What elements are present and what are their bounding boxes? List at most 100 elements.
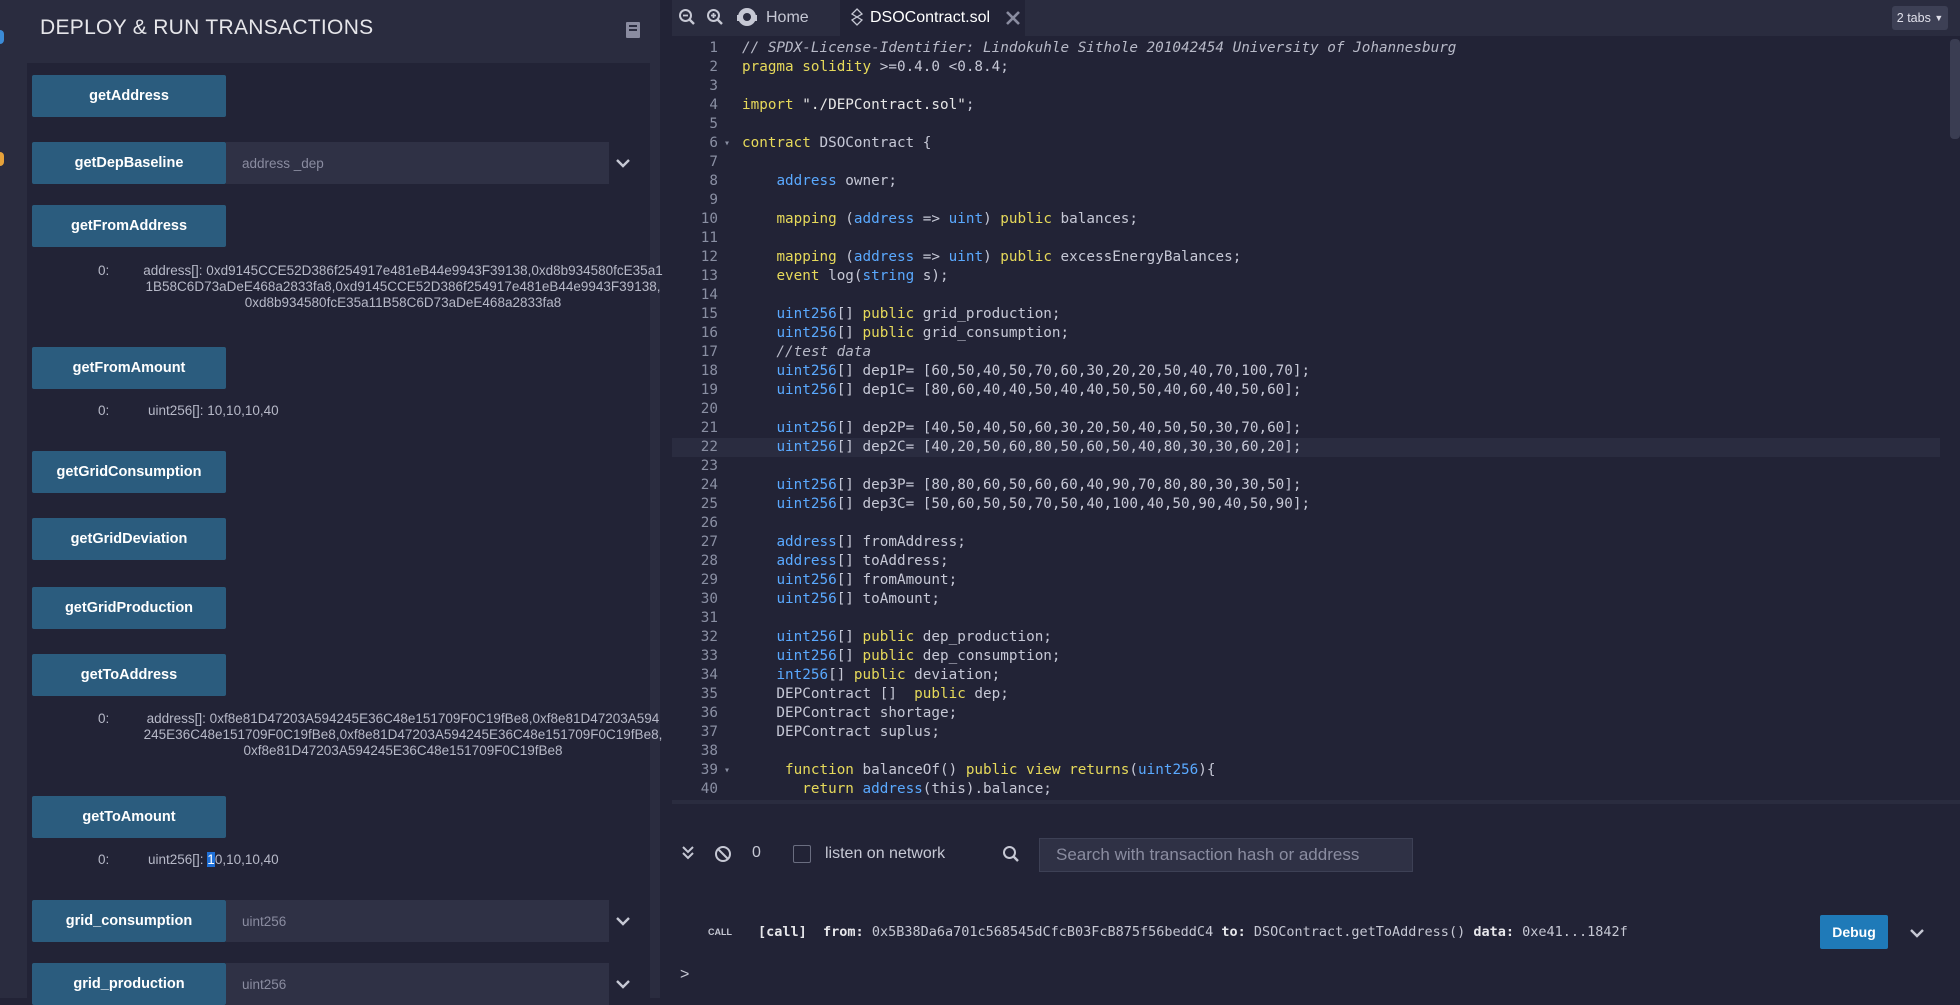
clear-console-icon[interactable]: [714, 845, 732, 863]
code-line[interactable]: 39 ▾ function balanceOf() public view ret…: [672, 761, 1940, 780]
tabs-count-dropdown[interactable]: 2 tabs ▼: [1892, 6, 1948, 30]
line-number: 30: [700, 591, 718, 607]
code-line[interactable]: 29 uint256[] fromAmount;: [672, 571, 1940, 590]
chevron-down-icon[interactable]: [614, 975, 632, 993]
editor-scrollbar[interactable]: [1950, 39, 1960, 139]
log-call: [call]: [758, 924, 807, 940]
code-text: pragma solidity >=0.4.0 <0.8.4;: [742, 59, 1009, 75]
code-line[interactable]: 34 int256[] public deviation;: [672, 666, 1940, 685]
code-line[interactable]: 19 uint256[] dep1C= [80,60,40,40,50,40,4…: [672, 381, 1940, 400]
debug-button[interactable]: Debug: [1820, 915, 1888, 949]
code-text: uint256[] public grid_consumption;: [776, 325, 1070, 341]
grid-production-button[interactable]: grid_production: [32, 963, 226, 1005]
code-line[interactable]: 11: [672, 229, 1940, 248]
panel-divider[interactable]: [672, 800, 1960, 804]
code-text: uint256[] dep3C= [50,60,50,50,70,50,40,1…: [776, 496, 1311, 512]
code-line[interactable]: 38: [672, 742, 1940, 761]
code-text: uint256[] toAmount;: [776, 591, 940, 607]
getdepbaseline-button[interactable]: getDepBaseline: [32, 142, 226, 184]
code-line[interactable]: 20: [672, 400, 1940, 419]
result-value: address[]: 0xd9145CCE52D386f254917e481eB…: [143, 263, 663, 310]
code-line[interactable]: 6 ▾ contract DSOContract {: [672, 134, 1940, 153]
code-line[interactable]: 26: [672, 514, 1940, 533]
code-line[interactable]: 31: [672, 609, 1940, 628]
tab-home[interactable]: Home: [766, 9, 809, 27]
chevron-down-icon[interactable]: [614, 912, 632, 930]
code-line[interactable]: 1 // SPDX-License-Identifier: Lindokuhle …: [672, 39, 1940, 58]
getgridproduction-button[interactable]: getGridProduction: [32, 587, 226, 629]
code-line[interactable]: 16 uint256[] public grid_consumption;: [672, 324, 1940, 343]
close-icon[interactable]: [1005, 10, 1021, 26]
code-line[interactable]: 3: [672, 77, 1940, 96]
pending-tx-count: 0: [752, 844, 761, 861]
code-line[interactable]: 25 uint256[] dep3C= [50,60,50,50,70,50,4…: [672, 495, 1940, 514]
remix-logo-icon[interactable]: [736, 6, 758, 28]
getfromamount-button[interactable]: getFromAmount: [32, 347, 226, 389]
log-to: DSOContract.getToAddress(): [1253, 924, 1466, 940]
zoom-in-icon[interactable]: [706, 8, 724, 26]
result-prefix: uint256[]:: [148, 852, 208, 867]
line-number: 7: [709, 154, 718, 170]
code-text: DEPContract suplus;: [742, 724, 940, 740]
chevron-down-icon[interactable]: [614, 154, 632, 172]
listen-network-checkbox[interactable]: [793, 845, 811, 863]
code-line[interactable]: 14: [672, 286, 1940, 305]
code-line[interactable]: 24 uint256[] dep3P= [80,80,60,50,60,60,4…: [672, 476, 1940, 495]
code-line[interactable]: 23: [672, 457, 1940, 476]
log-text: [call] from: 0x5B38Da6a701c568545dCfcB03…: [758, 924, 1628, 940]
code-line[interactable]: 30 uint256[] toAmount;: [672, 590, 1940, 609]
log-entry[interactable]: CALL [call] from: 0x5B38Da6a701c568545dC…: [672, 910, 1960, 958]
line-number: 6: [709, 135, 718, 151]
code-line[interactable]: 32 uint256[] public dep_production;: [672, 628, 1940, 647]
panel-title: DEPLOY & RUN TRANSACTIONS: [40, 16, 374, 39]
gettoaddress-button[interactable]: getToAddress: [32, 654, 226, 696]
code-line[interactable]: 18 uint256[] dep1P= [60,50,40,50,70,60,3…: [672, 362, 1940, 381]
grid-consumption-input[interactable]: uint256: [226, 900, 609, 942]
line-number: 33: [700, 648, 718, 664]
log-data-label: data:: [1473, 924, 1514, 940]
gettoamount-button[interactable]: getToAmount: [32, 796, 226, 838]
getgridconsumption-button[interactable]: getGridConsumption: [32, 451, 226, 493]
search-input[interactable]: Search with transaction hash or address: [1039, 838, 1413, 872]
double-chevron-down-icon[interactable]: [680, 844, 696, 862]
chevron-down-icon[interactable]: [1908, 924, 1926, 942]
code-line[interactable]: 35 DEPContract [] public dep;: [672, 685, 1940, 704]
code-line[interactable]: 5: [672, 115, 1940, 134]
terminal-prompt[interactable]: >: [680, 966, 689, 984]
getfromaddress-button[interactable]: getFromAddress: [32, 205, 226, 247]
code-line[interactable]: 17 //test data: [672, 343, 1940, 362]
fold-icon[interactable]: ▾: [724, 761, 730, 780]
code-line[interactable]: 37 DEPContract suplus;: [672, 723, 1940, 742]
code-line[interactable]: 12 mapping (address => uint) public exce…: [672, 248, 1940, 267]
code-text: uint256[] dep2P= [40,50,40,50,60,30,20,5…: [776, 420, 1302, 436]
code-line[interactable]: 28 address[] toAddress;: [672, 552, 1940, 571]
code-line[interactable]: 2 pragma solidity >=0.4.0 <0.8.4;: [672, 58, 1940, 77]
code-line[interactable]: 13 event log(string s);: [672, 267, 1940, 286]
dep-address-input[interactable]: address _dep: [226, 142, 609, 184]
code-text: return address(this).balance;: [802, 781, 1052, 797]
book-icon[interactable]: [623, 20, 643, 40]
code-line[interactable]: 9: [672, 191, 1940, 210]
grid-production-input[interactable]: uint256: [226, 963, 609, 1005]
code-line[interactable]: 21 uint256[] dep2P= [40,50,40,50,60,30,2…: [672, 419, 1940, 438]
getaddress-button[interactable]: getAddress: [32, 75, 226, 117]
line-number: 29: [700, 572, 718, 588]
getgriddeviation-button[interactable]: getGridDeviation: [32, 518, 226, 560]
zoom-out-icon[interactable]: [678, 8, 696, 26]
code-line[interactable]: 8 address owner;: [672, 172, 1940, 191]
line-number: 35: [700, 686, 718, 702]
code-editor[interactable]: 1 // SPDX-License-Identifier: Lindokuhle …: [672, 39, 1960, 800]
line-number: 8: [709, 173, 718, 189]
line-number: 17: [700, 344, 718, 360]
code-line[interactable]: 36 DEPContract shortage;: [672, 704, 1940, 723]
code-line[interactable]: 22 uint256[] dep2C= [40,20,50,60,80,50,6…: [672, 438, 1940, 457]
code-line[interactable]: 4 import "./DEPContract.sol";: [672, 96, 1940, 115]
code-line[interactable]: 33 uint256[] public dep_consumption;: [672, 647, 1940, 666]
code-line[interactable]: 10 mapping (address => uint) public bala…: [672, 210, 1940, 229]
code-line[interactable]: 15 uint256[] public grid_production;: [672, 305, 1940, 324]
code-line[interactable]: 40 return address(this).balance;: [672, 780, 1940, 799]
grid-consumption-button[interactable]: grid_consumption: [32, 900, 226, 942]
fold-icon[interactable]: ▾: [724, 134, 730, 153]
code-line[interactable]: 27 address[] fromAddress;: [672, 533, 1940, 552]
code-line[interactable]: 7: [672, 153, 1940, 172]
